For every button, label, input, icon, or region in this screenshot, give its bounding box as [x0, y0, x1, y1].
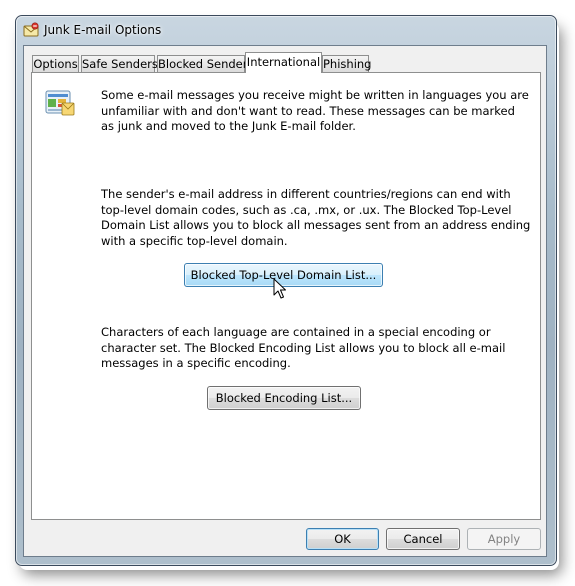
title-bar[interactable]: Junk E-mail Options	[16, 16, 556, 46]
cancel-button[interactable]: Cancel	[386, 528, 460, 550]
tab-label: International	[246, 55, 321, 69]
apply-button[interactable]: Apply	[467, 528, 541, 550]
tab-label: Options	[33, 57, 78, 71]
intro-text: Some e-mail messages you receive might b…	[101, 88, 529, 133]
tab-label: Blocked Senders	[158, 57, 254, 71]
ok-button[interactable]: OK	[306, 528, 379, 550]
mouse-pointer-icon	[273, 278, 286, 299]
tab-international[interactable]: International	[245, 52, 322, 73]
junk-mail-envelope-icon	[23, 22, 39, 37]
domain-description: The sender's e-mail address in different…	[101, 187, 531, 248]
tab-label: Phishing	[323, 57, 372, 71]
globe-mail-icon	[45, 90, 75, 116]
tab-phishing[interactable]: Phishing	[322, 55, 372, 73]
tab-safe-senders[interactable]: Safe Senders	[81, 55, 158, 73]
tab-blocked-senders[interactable]: Blocked Senders	[157, 55, 253, 73]
encoding-description: Characters of each language are containe…	[101, 325, 506, 370]
tab-options[interactable]: Options	[32, 55, 79, 73]
tab-label: Safe Senders	[82, 57, 158, 71]
blocked-encoding-list-button[interactable]: Blocked Encoding List...	[207, 386, 361, 410]
window-title: Junk E-mail Options	[44, 23, 162, 37]
